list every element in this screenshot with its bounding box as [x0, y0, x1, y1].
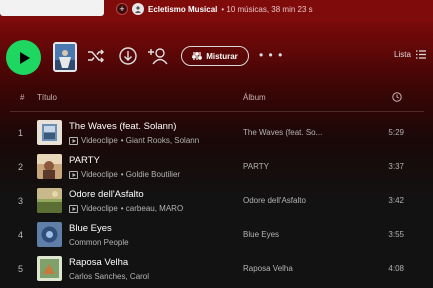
plus-icon[interactable]: + — [116, 3, 128, 15]
track-number: 4 — [18, 230, 24, 240]
playlist-stats: • 10 músicas, 38 min 23 s — [221, 4, 313, 14]
track-row[interactable]: 5 Raposa Velha Carlos Sanches, Carol Rap… — [0, 253, 433, 287]
header-divider — [10, 111, 424, 112]
playlist-owner[interactable]: Ecletismo Musical — [148, 5, 217, 14]
avatar[interactable] — [132, 3, 144, 15]
shuffle-mix-button[interactable]: Misturar — [181, 46, 249, 66]
list-label: Lista — [394, 50, 411, 59]
track-artists[interactable]: • Goldie Boutilier — [121, 170, 180, 179]
sliders-icon — [192, 52, 203, 60]
action-bar: Misturar • • • Lista — [0, 38, 433, 76]
more-options-button[interactable]: • • • — [259, 48, 283, 62]
track-title[interactable]: The Waves (feat. Solann) — [69, 121, 176, 132]
col-title[interactable]: Título — [37, 93, 57, 102]
track-album[interactable]: The Waves (feat. So... — [243, 128, 322, 137]
track-artwork — [37, 256, 62, 281]
track-duration: 3:42 — [388, 196, 404, 205]
video-icon — [69, 136, 78, 145]
play-icon — [19, 51, 30, 64]
add-user-icon[interactable] — [148, 46, 168, 66]
shuffle-icon[interactable] — [86, 46, 106, 66]
track-number: 2 — [18, 162, 24, 172]
track-subtitle: Common People — [69, 238, 129, 247]
shuffle-mix-label: Misturar — [206, 51, 238, 61]
playlist-cover — [0, 0, 104, 16]
track-row[interactable]: 4 Blue Eyes Common People Blue Eyes 3:55 — [0, 219, 433, 253]
list-icon — [415, 50, 426, 59]
track-album[interactable]: Odore dell'Asfalto — [243, 196, 306, 205]
track-number: 3 — [18, 196, 24, 206]
track-artists[interactable]: Carlos Sanches, Carol — [69, 272, 149, 281]
clock-icon[interactable] — [392, 92, 402, 104]
track-album[interactable]: Blue Eyes — [243, 230, 279, 239]
track-subtitle: Videoclipe • Goldie Boutilier — [69, 170, 180, 179]
video-icon — [69, 170, 78, 179]
cover-preview-button[interactable] — [53, 42, 77, 72]
track-row[interactable]: 2 PARTY Videoclipe • Goldie Boutilier PA… — [0, 151, 433, 185]
track-number: 5 — [18, 264, 24, 274]
track-table-header: # Título Álbum — [0, 90, 433, 106]
download-icon[interactable] — [118, 46, 138, 66]
col-album[interactable]: Álbum — [243, 93, 266, 102]
track-duration: 3:55 — [388, 230, 404, 239]
col-number: # — [20, 93, 25, 102]
track-title[interactable]: Odore dell'Asfalto — [69, 189, 144, 200]
video-label[interactable]: Videoclipe — [81, 170, 118, 179]
track-album[interactable]: PARTY — [243, 162, 269, 171]
video-label[interactable]: Videoclipe — [81, 204, 118, 213]
track-subtitle: Videoclipe • carbeau, MARO — [69, 204, 183, 213]
track-duration: 3:37 — [388, 162, 404, 171]
video-label[interactable]: Videoclipe — [81, 136, 118, 145]
track-subtitle: Carlos Sanches, Carol — [69, 272, 149, 281]
track-album[interactable]: Raposa Velha — [243, 264, 293, 273]
track-artwork — [37, 222, 62, 247]
track-artists[interactable]: • carbeau, MARO — [121, 204, 183, 213]
track-artwork — [37, 188, 62, 213]
track-row[interactable]: 1 The Waves (feat. Solann) Videoclipe • … — [0, 117, 433, 151]
track-artists[interactable]: Common People — [69, 238, 129, 247]
track-number: 1 — [18, 128, 24, 138]
video-icon — [69, 204, 78, 213]
track-artwork — [37, 120, 62, 145]
track-title[interactable]: Blue Eyes — [69, 223, 112, 234]
track-duration: 4:08 — [388, 264, 404, 273]
track-row[interactable]: 3 Odore dell'Asfalto Videoclipe • carbea… — [0, 185, 433, 219]
track-subtitle: Videoclipe • Giant Rooks, Solann — [69, 136, 199, 145]
track-artists[interactable]: • Giant Rooks, Solann — [121, 136, 199, 145]
playlist-meta: + Ecletismo Musical • 10 músicas, 38 min… — [116, 2, 313, 16]
view-toggle[interactable]: Lista — [394, 50, 426, 59]
track-title[interactable]: Raposa Velha — [69, 257, 128, 268]
track-title[interactable]: PARTY — [69, 155, 100, 166]
play-button[interactable] — [6, 40, 41, 75]
track-duration: 5:29 — [388, 128, 404, 137]
track-artwork — [37, 154, 62, 179]
